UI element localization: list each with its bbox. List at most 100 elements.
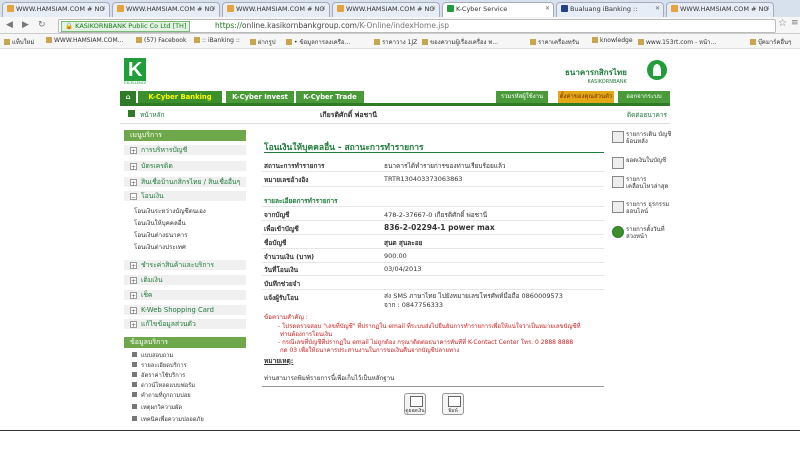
browser-tab[interactable]: WWW.HAMSIAM.COM # NO ✕ (666, 2, 774, 17)
sidebar-item-kweb-card[interactable]: + K-Web Shopping Card (124, 305, 246, 316)
tab-title: Bualuang iBanking :: (570, 5, 638, 13)
row-divider (262, 289, 604, 290)
row-divider (262, 262, 604, 263)
account-name-label: ชื่อบัญชี (264, 239, 287, 247)
security-badge[interactable]: 🔒 KASIKORNBANK Public Co Ltd [TH] (61, 21, 191, 32)
document-icon (612, 131, 624, 143)
bookmark-item[interactable]: knowledge (592, 37, 633, 44)
utility-link[interactable]: เทคนิคเพื่อความปลอดภัย (132, 414, 204, 424)
status-label: สถานะการทำรายการ (264, 162, 325, 170)
logout-button[interactable]: ออกจากระบบ (618, 91, 670, 103)
sidebar-item-transfer[interactable]: − โอนเงิน (124, 191, 246, 202)
bookmark-star-icon[interactable]: ☆ (778, 18, 787, 29)
user-id-link[interactable]: รวมรหัสผู้ใช้งาน (496, 91, 548, 103)
status-value: ธนาคารได้ทำรายการของท่านเรียบร้อยแล้ว (384, 162, 506, 170)
reference-value: TRTR130403373063863 (384, 175, 463, 183)
close-tab-icon[interactable]: ✕ (211, 5, 216, 12)
utility-link[interactable]: รายละเอียดบริการ (132, 360, 187, 370)
bookmark-item[interactable]: (57) Facebook (136, 37, 186, 44)
main-nav: ⌂ K-Cyber Banking K-Cyber Invest K-Cyber… (120, 91, 670, 103)
tab-k-cyber-banking[interactable]: K-Cyber Banking (138, 91, 222, 103)
sidebar-item-topup[interactable]: + เติมเงิน (124, 275, 246, 286)
sidebar-item-label: เติมเงิน (141, 276, 163, 284)
tab-title: WWW.HAMSIAM.COM # NO (346, 5, 435, 13)
close-tab-icon[interactable]: ✕ (545, 5, 550, 12)
bookmark-item[interactable]: • ข้อมูลการลงเครือ... (286, 37, 350, 47)
personal-settings-link[interactable]: ตั้งค่าของคุณส่วนตัว (558, 91, 614, 103)
bookmark-item[interactable]: WWW.HAMSIAM.COM... (46, 37, 123, 44)
bookmark-item[interactable]: ของความผู้เรื่องเครื่อง ท... (422, 37, 498, 47)
utility-link[interactable]: คำถามที่ถูกถามบ่อย (132, 390, 191, 400)
tab-k-cyber-trade[interactable]: K-Cyber Trade (296, 91, 364, 103)
home-icon[interactable] (128, 110, 135, 117)
forward-arrow-icon[interactable]: ▶ (22, 20, 29, 30)
expand-icon: + (130, 277, 137, 285)
url-input[interactable]: 🔒 KASIKORNBANK Public Co Ltd [TH] https:… (58, 19, 776, 33)
bookmark-item[interactable]: :: iBanking :: (194, 37, 240, 44)
utility-link[interactable]: ดาวน์โหลดแบบฟอร์ม (132, 380, 195, 390)
memo-label: บันทึกช่วยจำ (264, 280, 301, 288)
account-name-value: สุนต สุนละอย (384, 239, 423, 247)
bank-emblem-icon (647, 60, 667, 80)
sidebar-subitem-other-transfer[interactable]: โอนเงินให้บุคคลอื่น (134, 218, 186, 228)
sidebar-subitem-interbank-transfer[interactable]: โอนเงินต่างธนาคาร (134, 230, 188, 240)
back-arrow-icon[interactable]: ◀ (6, 20, 13, 30)
close-tab-icon[interactable]: ✕ (321, 5, 326, 12)
home-tab-icon[interactable]: ⌂ (120, 91, 136, 103)
from-account-value: 478-2-37667-0 เกียรติศักดิ์ พ่อชานี (384, 211, 488, 219)
close-tab-icon[interactable]: ✕ (655, 5, 660, 12)
browser-tab[interactable]: WWW.HAMSIAM.COM # NO ✕ (332, 2, 440, 17)
expand-icon: + (130, 307, 137, 315)
close-tab-icon[interactable]: ✕ (431, 5, 436, 12)
to-account-value: 836-2-02294-1 power max (384, 223, 495, 232)
bookmark-item[interactable]: แท็บใหม่ (4, 37, 34, 47)
home-link[interactable]: หน้าหลัก (140, 110, 165, 120)
close-tab-icon[interactable]: ✕ (765, 5, 770, 12)
reload-icon[interactable]: ↻ (38, 20, 46, 30)
reference-label: หมายเลขอ้างอิง (264, 176, 309, 184)
menu-icon[interactable]: ≡ (791, 18, 799, 28)
bualuang-favicon-icon (561, 5, 568, 12)
browser-tab[interactable]: Bualuang iBanking :: ✕ (556, 2, 664, 17)
row-divider (262, 206, 604, 207)
expand-icon: + (130, 262, 137, 270)
kbank-logo: K EXCELLENCE (124, 58, 146, 86)
bookmark-item[interactable]: ราคาวาง 1JZ (374, 37, 417, 47)
print-button[interactable]: พิมพ์ (442, 393, 464, 415)
sidebar-item-bill-payment[interactable]: + ชำระค่าสินค้าและบริการ (124, 260, 246, 271)
url-host: online.kasikornbankgroup.com (241, 21, 357, 30)
close-tab-icon[interactable]: ✕ (101, 5, 106, 12)
browser-tab[interactable]: WWW.HAMSIAM.COM # NO ✕ (112, 2, 220, 17)
browser-tab[interactable]: WWW.HAMSIAM.COM # NO ✕ (2, 2, 110, 17)
bookmarks-bar: แท็บใหม่ WWW.HAMSIAM.COM... (57) Faceboo… (0, 34, 800, 49)
sidebar-item-cheque[interactable]: + เช็ค (124, 290, 246, 301)
browser-tab[interactable]: WWW.HAMSIAM.COM # NO ✕ (222, 2, 330, 17)
sidebar-item-credit-card[interactable]: + บัตรเครดิต (124, 161, 246, 172)
browser-tab-active[interactable]: K-Cyber Service ✕ (442, 2, 554, 18)
sidebar-item-account[interactable]: + การบริหารบัญชี (124, 145, 246, 156)
document-icon (612, 176, 624, 188)
sidebar-subitem-international-transfer[interactable]: โอนเงินต่างประเทศ (134, 242, 186, 252)
sidebar-subitem-own-transfer[interactable]: โอนเงินระหว่างบัญชีตนเอง (134, 206, 206, 216)
bookmark-item[interactable]: ราคาเครื่องทรัน (530, 37, 579, 47)
row-divider (262, 248, 604, 249)
collapse-icon: − (130, 193, 137, 201)
bookmark-item[interactable]: ฝากรูป (250, 37, 276, 47)
utility-link[interactable]: เหตุผกวิความผัด (132, 402, 182, 412)
sidebar-item-loans[interactable]: + สินเชื่อบ้านกสิกรไทย / สินเชื่ออื่นๆ (124, 177, 246, 188)
sidebar-item-profile[interactable]: + แก้ไขข้อมูลส่วนตัว (124, 319, 246, 330)
bookmark-item[interactable]: www.153rt.com - หน้า... (638, 37, 716, 47)
bank-name-th: ธนาคารกสิกรไทย (565, 68, 627, 77)
sidebar-item-label: K-Web Shopping Card (141, 306, 214, 314)
document-icon (612, 157, 624, 169)
bank-name: ธนาคารกสิกรไทย KASIKORNBANK (565, 66, 627, 85)
utility-link[interactable]: แบบสอบถาม (132, 350, 173, 360)
other-bookmarks[interactable]: บุ๊คมาร์คอื่นๆ (750, 37, 791, 47)
utility-link[interactable]: อัตราค่าใช้บริการ (132, 370, 185, 380)
contact-bank-link[interactable]: ติดต่อธนาคาร (627, 110, 667, 120)
expand-icon: + (130, 163, 137, 171)
view-balance-button[interactable]: ดูยอดเงิน (404, 393, 426, 415)
tab-k-cyber-invest[interactable]: K-Cyber Invest (226, 91, 294, 103)
url-scheme: https:// (215, 21, 242, 30)
kbank-favicon-icon (447, 5, 454, 12)
